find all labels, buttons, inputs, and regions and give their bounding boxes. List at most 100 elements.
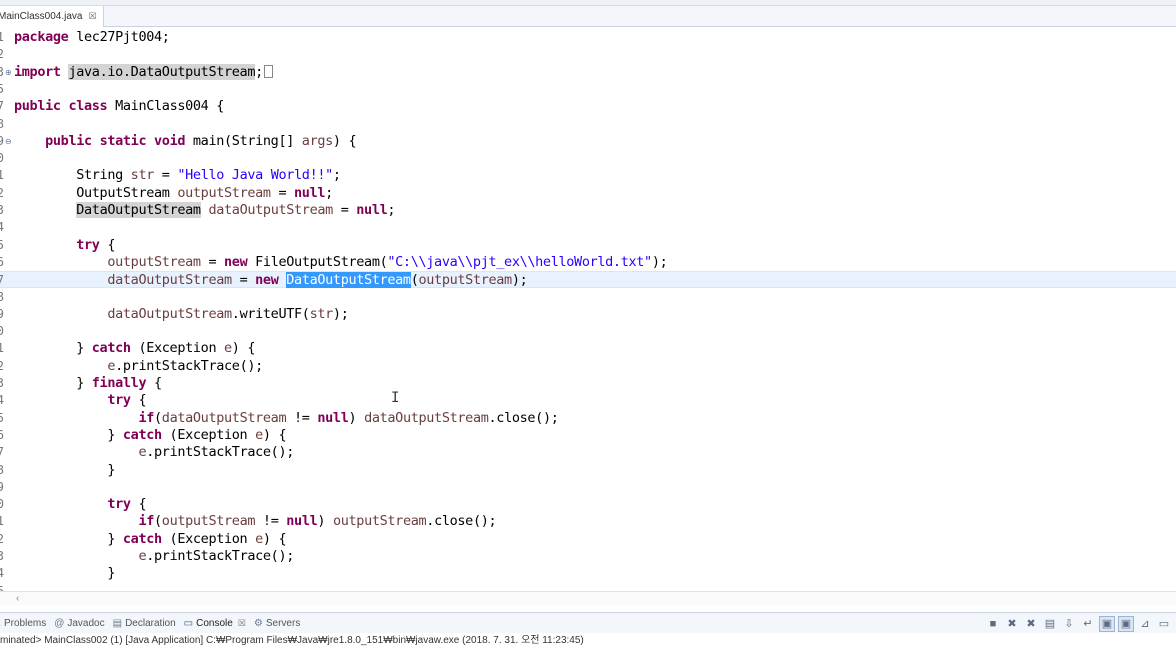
remove-all-icon[interactable]: ✖ [1023,616,1039,632]
code-line[interactable]: 2 OutputStream outputStream = null; [0,185,1176,202]
code-line[interactable]: 6 } catch (Exception e) { [0,427,1176,444]
code-text[interactable]: public static void main(String[] args) { [14,133,356,150]
line-number: 2 [0,531,4,546]
code-text[interactable]: } [14,462,115,479]
line-number: 3 [0,203,4,217]
code-text[interactable]: if(outputStream != null) outputStream.cl… [14,513,496,530]
line-number: 1 [0,341,4,356]
code-line[interactable]: 4 } [0,565,1176,582]
code-text[interactable]: e.printStackTrace(); [14,548,294,565]
display-console-icon[interactable]: ▭ [1156,616,1172,632]
view-tab-servers[interactable]: ⚙ Servers [254,618,300,629]
line-number: 9 [0,479,4,494]
console-output: minated> MainClass002 (1) [Java Applicat… [0,633,1176,658]
show-stderr-icon[interactable]: ▣ [1118,615,1134,632]
declaration-icon: ▤ [112,617,123,629]
code-line[interactable]: 1 package lec27Pjt004; [0,29,1176,46]
bottom-view-tabs: ⚠Problems @Javadoc ▤Declaration ▭Console☒ ⚙S… [0,612,1176,633]
code-line[interactable]: 3 e.printStackTrace(); [0,548,1176,565]
code-line[interactable]: 9 ⊖ public static void main(String[] args… [0,133,1176,150]
line-number: 1 [0,168,4,183]
code-line[interactable]: 7 e.printStackTrace(); [0,444,1176,461]
code-text[interactable]: } [14,565,115,582]
code-line[interactable]: 5 [0,81,1176,98]
code-text[interactable]: try { [14,392,146,409]
code-text[interactable]: dataOutputStream.writeUTF(str); [14,306,348,323]
code-line[interactable]: 3 ⊕ import java.io.DataOutputStream; [0,63,1176,81]
code-line[interactable]: 0 [0,323,1176,340]
code-line[interactable]: 3 DataOutputStream dataOutputStream = nu… [0,202,1176,219]
view-tab-javadoc[interactable]: @ Javadoc [54,618,104,629]
code-line[interactable]: 3 } finally { [0,375,1176,392]
code-text[interactable]: outputStream = new FileOutputStream("C:\… [14,254,667,271]
code-text[interactable]: e.printStackTrace(); [14,444,294,461]
code-line[interactable]: 8 [0,116,1176,133]
code-line[interactable]: 8 [0,289,1176,306]
code-line[interactable]: 5 if(dataOutputStream != null) dataOutpu… [0,410,1176,427]
code-editor[interactable]: 1 package lec27Pjt004; 2 3 ⊕ import java.io.D… [0,27,1176,591]
code-line[interactable]: 1 } catch (Exception e) { [0,340,1176,357]
code-line[interactable]: 6 outputStream = new FileOutputStream("C… [0,254,1176,271]
code-line[interactable]: 7 public class MainClass004 { [0,98,1176,115]
code-text[interactable]: if(dataOutputStream != null) dataOutputS… [14,410,558,427]
word-wrap-icon[interactable]: ↵ [1080,616,1096,632]
javadoc-icon: @ [54,617,65,629]
editor-tab-mainclass004[interactable]: MainClass004.java ☒ [0,6,104,27]
line-number: 5 [0,81,4,96]
view-tab-declaration[interactable]: ▤ Declaration [113,618,176,629]
code-line[interactable]: 5 [0,583,1176,591]
code-line[interactable]: 9 dataOutputStream.writeUTF(str); [0,306,1176,323]
code-line[interactable]: 2 } catch (Exception e) { [0,531,1176,548]
code-text[interactable]: String str = "Hello Java World!!"; [14,167,341,184]
line-number: 0 [0,151,4,166]
code-text[interactable]: } catch (Exception e) { [14,340,255,357]
line-number: 8 [0,116,4,131]
code-line[interactable]: 1 if(outputStream != null) outputStream.… [0,513,1176,530]
code-text[interactable]: } finally { [14,375,162,392]
code-text[interactable]: OutputStream outputStream = null; [14,185,333,202]
code-line[interactable]: 1 String str = "Hello Java World!!"; [0,167,1176,184]
expand-fold-icon[interactable]: ⊕ [5,64,12,81]
code-line[interactable]: 4 [0,219,1176,236]
code-text[interactable]: } catch (Exception e) { [14,531,286,548]
editor-tab-bar: MainClass004.java ☒ [0,6,1176,27]
close-icon[interactable]: ☒ [238,618,246,629]
code-line[interactable]: 0 [0,150,1176,167]
collapse-fold-icon[interactable]: ⊖ [5,133,12,150]
editor-tab-label: MainClass004.java [0,11,83,22]
line-number: 8 [0,462,4,477]
show-stdout-icon[interactable]: ▣ [1099,615,1115,632]
clear-console-icon[interactable]: ▤ [1042,616,1058,632]
code-line[interactable]: 0 try { [0,496,1176,513]
remove-launch-icon[interactable]: ✖ [1004,616,1020,632]
view-tab-problems[interactable]: ⚠Problems [0,618,46,629]
line-number: 2 [0,47,4,62]
line-number: 8 [0,289,4,304]
view-tab-label: Javadoc [67,617,105,629]
line-number: 2 [0,185,4,200]
code-text[interactable]: try { [14,496,146,513]
code-line[interactable]: 4 try { [0,392,1176,409]
code-text[interactable]: public class MainClass004 { [14,98,224,115]
pin-console-icon[interactable]: ⊿ [1137,616,1153,632]
code-line[interactable]: 8 } [0,462,1176,479]
horizontal-scrollbar[interactable]: ‹ [0,591,1176,605]
line-number: 3 [0,64,4,79]
code-text[interactable]: package lec27Pjt004; [14,29,170,46]
code-line[interactable]: 7 dataOutputStream = new DataOutputStrea… [0,271,1176,289]
code-text[interactable]: DataOutputStream dataOutputStream = null… [14,202,396,219]
code-text[interactable]: } catch (Exception e) { [14,427,286,444]
scroll-left-icon[interactable]: ‹ [16,592,19,606]
close-icon[interactable]: ☒ [89,11,97,22]
code-line[interactable]: 2 [0,46,1176,63]
code-text[interactable]: try { [14,237,115,254]
terminate-icon[interactable]: ■ [985,616,1001,632]
view-tab-console[interactable]: ▭ Console ☒ [184,618,246,629]
code-line[interactable]: 2 e.printStackTrace(); [0,358,1176,375]
code-text[interactable]: e.printStackTrace(); [14,358,263,375]
code-line[interactable]: 5 try { [0,237,1176,254]
code-text[interactable]: dataOutputStream = new DataOutputStream(… [14,272,528,289]
code-text[interactable]: import java.io.DataOutputStream; [14,63,273,81]
scroll-lock-icon[interactable]: ⇩ [1061,616,1077,632]
code-line[interactable]: 9 [0,479,1176,496]
